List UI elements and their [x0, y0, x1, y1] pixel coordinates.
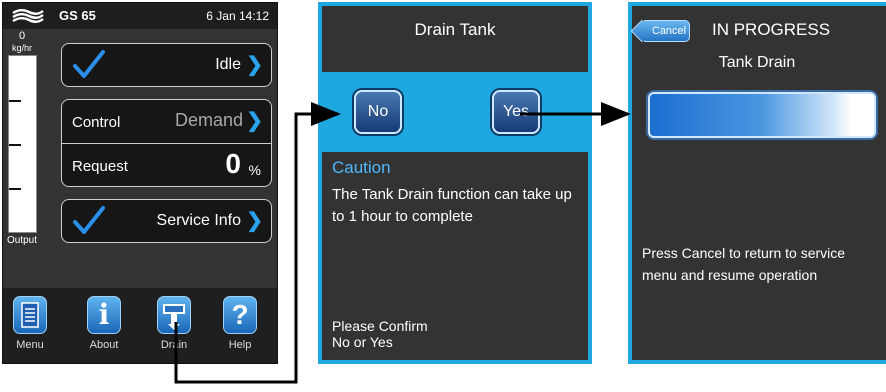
drain-to-dialog-connector: [174, 102, 341, 384]
flow-connectors: [174, 102, 631, 384]
